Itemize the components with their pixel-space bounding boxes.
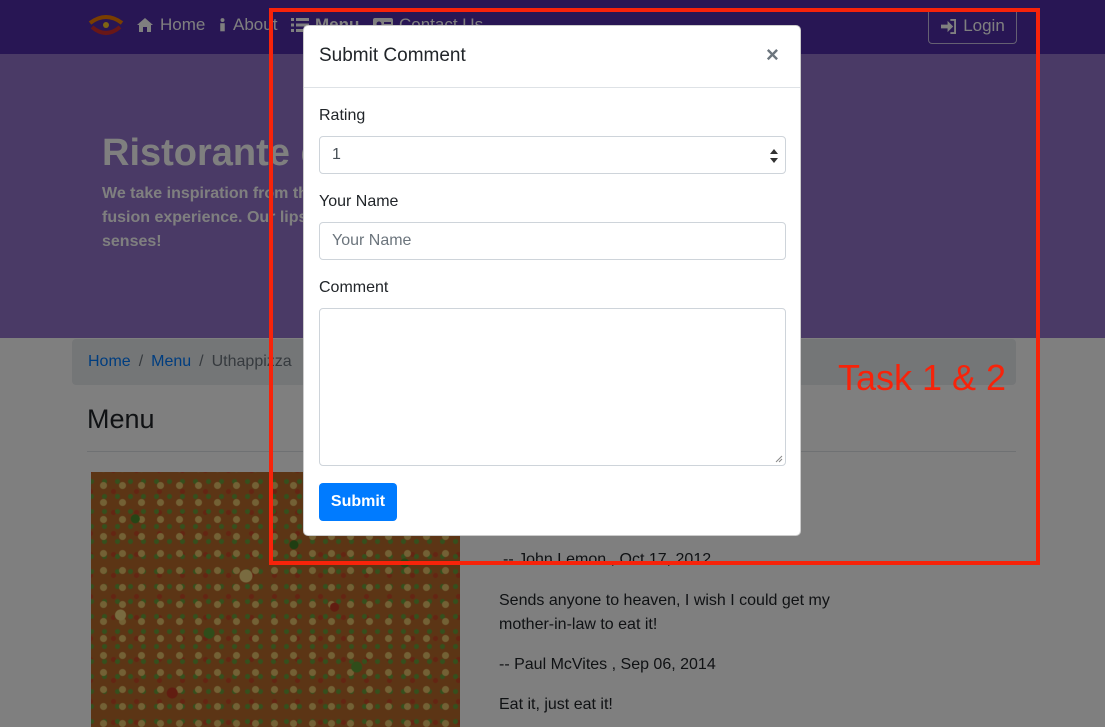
annotation-label: Task 1 & 2 (838, 357, 1007, 398)
annotation-box (269, 8, 1040, 565)
